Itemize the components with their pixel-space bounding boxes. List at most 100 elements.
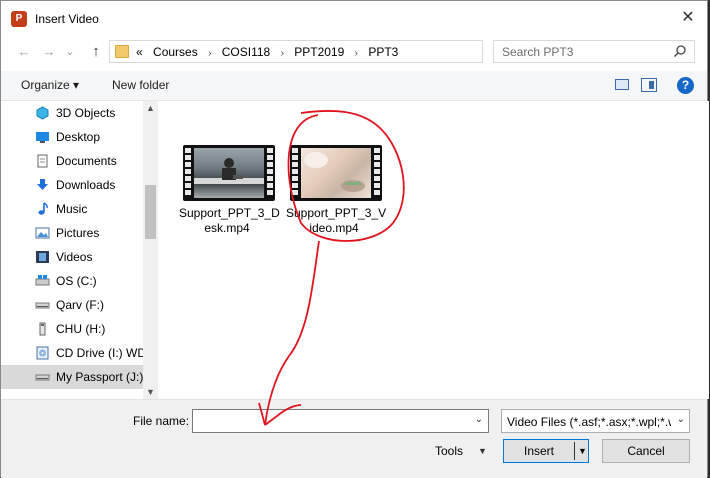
file-item[interactable]: Support_PPT_3_V ideo.mp4 xyxy=(286,143,387,243)
usb-drive-icon xyxy=(39,322,46,336)
insert-video-dialog: P Insert Video ✕ ← → ⌄ ↑ « Courses › COS… xyxy=(0,0,709,478)
chevron-right-icon[interactable]: › xyxy=(208,48,211,59)
file-name-label: Support_PPT_3_D esk.mp4 xyxy=(179,206,280,236)
video-thumbnail xyxy=(290,145,382,201)
person-at-desk-image xyxy=(194,158,264,184)
chevron-down-icon[interactable]: ▼ xyxy=(478,446,487,456)
scroll-down-icon[interactable]: ▼ xyxy=(143,385,158,399)
window-title: Insert Video xyxy=(35,12,99,26)
file-name-label: Support_PPT_3_V ideo.mp4 xyxy=(286,206,387,236)
search-box[interactable]: Search PPT3 xyxy=(493,40,695,63)
file-type-select[interactable]: Video Files (*.asf;*.asx;*.wpl;*.w ⌄ xyxy=(501,409,690,433)
picture-icon xyxy=(35,227,50,239)
sidebar-item-label: My Passport (J:) xyxy=(56,370,144,384)
video-frame xyxy=(194,148,264,198)
file-name-line: ideo.mp4 xyxy=(309,221,359,235)
file-name-line: Support_PPT_3_D xyxy=(179,206,280,220)
preview-pane-icon[interactable] xyxy=(641,78,657,92)
sidebar-item-label: Documents xyxy=(56,154,117,168)
file-name-field[interactable]: ⌄ xyxy=(192,409,489,433)
drive-icon xyxy=(35,374,50,381)
split-divider xyxy=(574,442,575,460)
new-folder-button[interactable]: New folder xyxy=(112,78,169,92)
scroll-thumb[interactable] xyxy=(145,185,156,239)
blurred-office-image xyxy=(304,152,365,192)
powerpoint-icon: P xyxy=(11,11,27,27)
windows-drive-icon xyxy=(35,275,50,286)
breadcrumb-ppt3[interactable]: PPT3 xyxy=(368,45,398,59)
sidebar-item-music[interactable]: Music xyxy=(1,197,143,221)
insert-button[interactable]: Insert ▼ xyxy=(503,439,589,463)
breadcrumb: « Courses › COSI118 › PPT2019 › PPT3 xyxy=(136,45,405,59)
sidebar-item-documents[interactable]: Documents xyxy=(1,149,143,173)
sidebar-scrollbar[interactable]: ▲ ▼ xyxy=(143,101,158,399)
desktop-icon xyxy=(36,132,49,143)
address-bar[interactable]: « Courses › COSI118 › PPT2019 › PPT3 ▾ ↻ xyxy=(109,40,583,63)
command-bar: Organize ▾ New folder ? xyxy=(1,71,707,101)
sidebar-item-chu-h[interactable]: CHU (H:) xyxy=(1,317,143,341)
chevron-right-icon[interactable]: › xyxy=(281,48,284,59)
sidebar-item-label: Desktop xyxy=(56,130,101,144)
dialog-footer: File name: ⌄ Video Files (*.asf;*.asx;*.… xyxy=(1,399,707,478)
film-icon xyxy=(36,251,49,263)
folder-icon xyxy=(115,45,129,58)
music-icon xyxy=(38,202,48,215)
breadcrumb-ppt2019[interactable]: PPT2019 xyxy=(294,45,344,59)
cd-drive-icon xyxy=(36,346,49,360)
sidebar-item-cd-drive-i[interactable]: CD Drive (I:) WD xyxy=(1,341,146,365)
film-strip-icon xyxy=(373,148,381,198)
tools-button[interactable]: Tools xyxy=(435,444,463,458)
sidebar-item-label: Videos xyxy=(56,250,93,264)
sidebar-item-label: CHU (H:) xyxy=(56,322,106,336)
sidebar-item-downloads[interactable]: Downloads xyxy=(1,173,143,197)
sidebar-item-label: 3D Objects xyxy=(56,106,116,120)
breadcrumb-courses[interactable]: Courses xyxy=(153,45,198,59)
sidebar-item-label: Qarv (F:) xyxy=(56,298,104,312)
file-item[interactable]: Support_PPT_3_D esk.mp4 xyxy=(179,143,280,243)
sidebar-item-3d-objects[interactable]: 3D Objects xyxy=(1,101,143,125)
sidebar-item-label: OS (C:) xyxy=(56,274,97,288)
sidebar-item-my-passport-j[interactable]: My Passport (J:) xyxy=(1,365,143,389)
navigation-pane: 3D Objects Desktop Documents Downloads M… xyxy=(1,101,158,399)
help-icon[interactable]: ? xyxy=(677,77,694,94)
file-name-line: Support_PPT_3_V xyxy=(286,206,387,220)
document-icon xyxy=(37,154,48,168)
drive-icon xyxy=(35,302,50,309)
film-strip-icon xyxy=(291,148,299,198)
sidebar-item-pictures[interactable]: Pictures xyxy=(1,221,143,245)
search-input[interactable]: Search PPT3 xyxy=(502,45,573,59)
cancel-button[interactable]: Cancel xyxy=(602,439,690,463)
file-type-value[interactable]: Video Files (*.asf;*.asx;*.wpl;*.w xyxy=(507,415,671,429)
cube-icon xyxy=(36,106,49,120)
sidebar-item-label: Pictures xyxy=(56,226,100,240)
breadcrumb-overflow[interactable]: « xyxy=(136,45,143,59)
search-icon[interactable] xyxy=(673,44,687,58)
organize-button[interactable]: Organize ▾ xyxy=(21,78,79,92)
change-view-icon[interactable] xyxy=(615,79,629,90)
back-button[interactable]: ← xyxy=(15,43,33,61)
up-folder-button[interactable]: ↑ xyxy=(87,43,105,61)
sidebar-item-label: Downloads xyxy=(56,178,116,192)
video-frame xyxy=(301,148,371,198)
sidebar-item-qarv-f[interactable]: Qarv (F:) xyxy=(1,293,143,317)
file-name-line: esk.mp4 xyxy=(204,221,250,235)
sidebar-item-label: CD Drive (I:) WD xyxy=(56,346,146,360)
chevron-down-icon[interactable]: ⌄ xyxy=(677,414,685,425)
sidebar-item-videos[interactable]: Videos xyxy=(1,245,143,269)
insert-button-label: Insert xyxy=(523,444,554,458)
forward-button[interactable]: → xyxy=(40,43,58,61)
file-name-label: File name: xyxy=(133,414,190,428)
file-list: Support_PPT_3_D esk.mp4 Support_PPT_3_V … xyxy=(159,101,709,399)
title-bar: P Insert Video ✕ xyxy=(1,1,707,37)
close-button[interactable]: ✕ xyxy=(679,9,697,27)
chevron-right-icon[interactable]: › xyxy=(355,48,358,59)
scroll-up-icon[interactable]: ▲ xyxy=(143,101,158,115)
breadcrumb-cosi118[interactable]: COSI118 xyxy=(222,45,270,59)
chevron-down-icon[interactable]: ⌄ xyxy=(475,414,483,425)
film-strip-icon xyxy=(266,148,274,198)
sidebar-item-os-c[interactable]: OS (C:) xyxy=(1,269,143,293)
recent-locations-button[interactable]: ⌄ xyxy=(61,43,79,61)
insert-options-icon[interactable]: ▼ xyxy=(578,440,587,462)
sidebar-item-desktop[interactable]: Desktop xyxy=(1,125,143,149)
film-strip-icon xyxy=(184,148,192,198)
